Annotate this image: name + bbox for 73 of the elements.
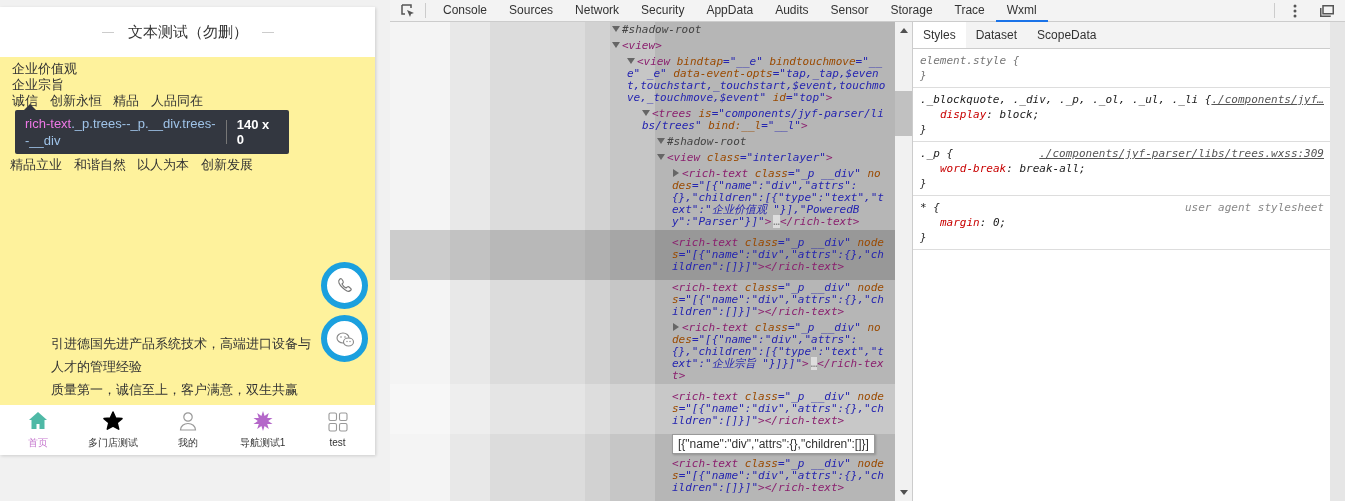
element-tree-item[interactable]: <rich-text class="_p __div" nodes="[{"name":"div","attrs":{},"children":[]}]"></rich-text> <box>390 456 895 496</box>
text-line: 企业宗旨 <box>12 77 65 93</box>
panel-tab[interactable]: Dataset <box>965 22 1028 48</box>
undock-icon[interactable] <box>1320 4 1334 17</box>
source-link[interactable]: ./components/jyf-parser/libs/trees.wxss:309 <box>1039 146 1324 161</box>
more-options-icon[interactable] <box>1293 3 1297 18</box>
starburst-icon <box>252 410 273 431</box>
element-tree-item[interactable]: <rich-text class="_p __div" nodes="[{"name":"div","attrs":{},"children":[]}]"></rich-text> <box>390 230 895 280</box>
css-declaration: display: block; <box>939 107 1041 122</box>
element-tree-item[interactable]: <view> <box>390 38 895 54</box>
inspect-icon[interactable] <box>400 2 416 19</box>
element-selector: rich-text._p.trees--_p.__div.trees--__div <box>25 115 216 149</box>
scroll-down-icon[interactable] <box>899 490 908 495</box>
expanded-triangle-icon[interactable] <box>657 137 665 145</box>
devtools-tab[interactable]: Security <box>630 0 696 22</box>
text-line: 人才的管理经验 <box>51 358 142 376</box>
scrollbar-thumb[interactable] <box>895 91 912 136</box>
devtools-tab[interactable]: Sensor <box>819 0 880 22</box>
css-selector: * { <box>920 200 940 215</box>
tab-bar-item[interactable]: test <box>300 405 375 455</box>
panel-tab[interactable]: ScopeData <box>1027 22 1107 48</box>
text-line: 精品立业 和谐自然 以人为本 创新发展 <box>10 157 254 173</box>
closing-brace: } <box>920 68 928 83</box>
chat-button[interactable] <box>321 315 368 362</box>
panel-tab[interactable]: Styles <box>913 22 966 48</box>
devtools-tab[interactable]: Trace <box>943 0 996 22</box>
css-declaration: margin: 0; <box>939 215 1008 230</box>
expanded-triangle-icon[interactable] <box>612 41 620 49</box>
house-icon <box>27 410 48 431</box>
element-size: 140 x 0 <box>236 117 271 147</box>
tab-bar-item[interactable]: 多门店测试 <box>75 405 150 455</box>
expanded-triangle-icon[interactable] <box>657 153 665 161</box>
devtools-tab[interactable]: AppData <box>695 0 765 22</box>
collapsed-triangle-icon[interactable] <box>672 169 680 177</box>
closing-brace: } <box>920 176 928 191</box>
css-selector: element.style { <box>920 53 1020 68</box>
source-link[interactable]: ./components/jyf… <box>1211 92 1324 107</box>
element-tree-item[interactable]: #shadow-root <box>390 22 895 38</box>
css-declaration: word-break: break-all; <box>939 161 1087 176</box>
expanded-triangle-icon[interactable] <box>612 25 620 33</box>
element-tree-item[interactable]: #shadow-root <box>390 134 895 150</box>
element-tree-item[interactable]: <trees is="components/jyf-parser/libs/trees" bind:__l="__l"> <box>390 106 895 134</box>
expanded-triangle-icon[interactable] <box>642 109 650 117</box>
closing-brace: } <box>920 122 928 137</box>
source-label: user agent stylesheet <box>1184 200 1324 215</box>
tab-bar-item[interactable]: 导航测试1 <box>225 405 300 455</box>
text-line: 质量第一，诚信至上，客户满意，双生共赢 <box>51 381 298 399</box>
element-tree-item[interactable]: <rich-text class="_p __div" nodes="[{"name":"div","attrs":{},"children":[{"type":"text","text":"企业宗旨 "}]}]"> …</rich-text> <box>390 320 895 384</box>
closing-brace: } <box>920 230 928 245</box>
collapsed-triangle-icon[interactable] <box>672 323 680 331</box>
star-icon <box>102 410 123 431</box>
devtools-tab[interactable]: Storage <box>879 0 944 22</box>
scroll-up-icon[interactable] <box>899 28 908 33</box>
element-tree-item[interactable]: <rich-text class="_p __div" nodes="[{"name":"div","attrs":{},"children":[{"type":"text","text":"企业价值观 "}],"PoweredBy":"Parser"}]"> …</rich-text> <box>390 166 895 230</box>
tab-bar-item[interactable]: 我的 <box>150 405 225 455</box>
text-line: 引进德国先进产品系统技术，高端进口设备与 <box>51 335 311 353</box>
devtools-tab[interactable]: Audits <box>764 0 820 22</box>
attribute-tooltip: [{"name":"div","attrs":{},"children":[]}] <box>672 434 875 454</box>
element-tree-item[interactable]: <view bindtap="__e" bindtouchmove="__e" _e" data-event-opts="tap,_tap,$event,touchstart,_touchstart,$event,touchmove,_touchmove,$event" id="top"> <box>390 54 895 106</box>
person-icon <box>177 410 198 431</box>
phone-button[interactable] <box>321 262 368 309</box>
devtools-tab[interactable]: Network <box>564 0 631 22</box>
grid-icon <box>327 412 348 432</box>
devtools-tab[interactable]: Sources <box>498 0 565 22</box>
devtools-tab[interactable]: Console <box>432 0 499 22</box>
css-selector: ._blockquote, ._div, ._p, ._ol, ._ul, ._li { <box>920 92 1212 107</box>
text-line: 诚信 创新永恒 精品 人品同在 <box>12 93 204 109</box>
element-tree-item[interactable]: <view class="interlayer"> <box>390 150 895 166</box>
page-title: 文本测试（勿删） <box>127 22 248 42</box>
expanded-triangle-icon[interactable] <box>627 57 635 65</box>
element-tree-item[interactable]: <rich-text class="_p __div" nodes="[{"name":"div","attrs":{},"children":[]}]"></rich-text> <box>390 280 895 320</box>
css-selector: ._p { <box>920 146 954 161</box>
text-line: 企业价值观 <box>12 61 78 77</box>
